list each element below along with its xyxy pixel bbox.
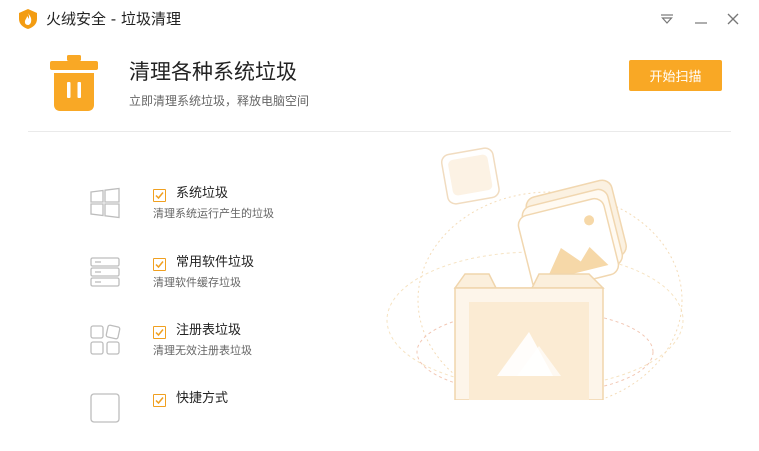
cleaning-illustration — [386, 147, 684, 400]
item-desc: 清理无效注册表垃圾 — [153, 344, 252, 357]
start-scan-button[interactable]: 开始扫描 — [629, 60, 722, 91]
storage-icon — [90, 257, 120, 287]
item-desc: 清理软件缓存垃圾 — [153, 276, 241, 289]
menu-button[interactable] — [656, 8, 678, 30]
item-shortcuts: 快捷方式 — [0, 391, 400, 451]
registry-icon — [90, 324, 121, 355]
page-subtitle: 立即清理系统垃圾，释放电脑空间 — [129, 94, 310, 108]
item-checkbox[interactable] — [153, 258, 166, 271]
item-title: 快捷方式 — [176, 391, 229, 406]
close-icon — [727, 13, 739, 25]
divider — [28, 131, 731, 132]
item-registry-junk: 注册表垃圾 清理无效注册表垃圾 — [0, 323, 400, 383]
title-bar: 火绒安全 - 垃圾清理 — [0, 0, 759, 38]
menu-icon — [661, 14, 673, 24]
checkmark-icon — [155, 397, 164, 405]
trash-icon — [50, 55, 98, 111]
huorong-logo-icon — [19, 9, 37, 29]
minimize-icon — [695, 22, 707, 24]
item-checkbox[interactable] — [153, 326, 166, 339]
shortcut-icon — [90, 393, 120, 423]
checkmark-icon — [155, 261, 164, 269]
item-software-junk: 常用软件垃圾 清理软件缓存垃圾 — [0, 255, 400, 315]
item-title: 注册表垃圾 — [176, 323, 242, 338]
item-title: 系统垃圾 — [176, 186, 229, 201]
window-title: 火绒安全 - 垃圾清理 — [46, 10, 181, 28]
header: 清理各种系统垃圾 立即清理系统垃圾，释放电脑空间 开始扫描 — [0, 38, 759, 133]
item-title: 常用软件垃圾 — [176, 255, 255, 270]
page-title: 清理各种系统垃圾 — [129, 60, 297, 84]
close-button[interactable] — [722, 8, 744, 30]
windows-icon — [90, 187, 120, 219]
item-desc: 清理系统运行产生的垃圾 — [153, 207, 274, 220]
item-checkbox[interactable] — [153, 394, 166, 407]
item-checkbox[interactable] — [153, 189, 166, 202]
checkmark-icon — [155, 192, 164, 200]
checkmark-icon — [155, 329, 164, 337]
minimize-button[interactable] — [690, 8, 712, 30]
item-system-junk: 系统垃圾 清理系统运行产生的垃圾 — [0, 186, 400, 246]
